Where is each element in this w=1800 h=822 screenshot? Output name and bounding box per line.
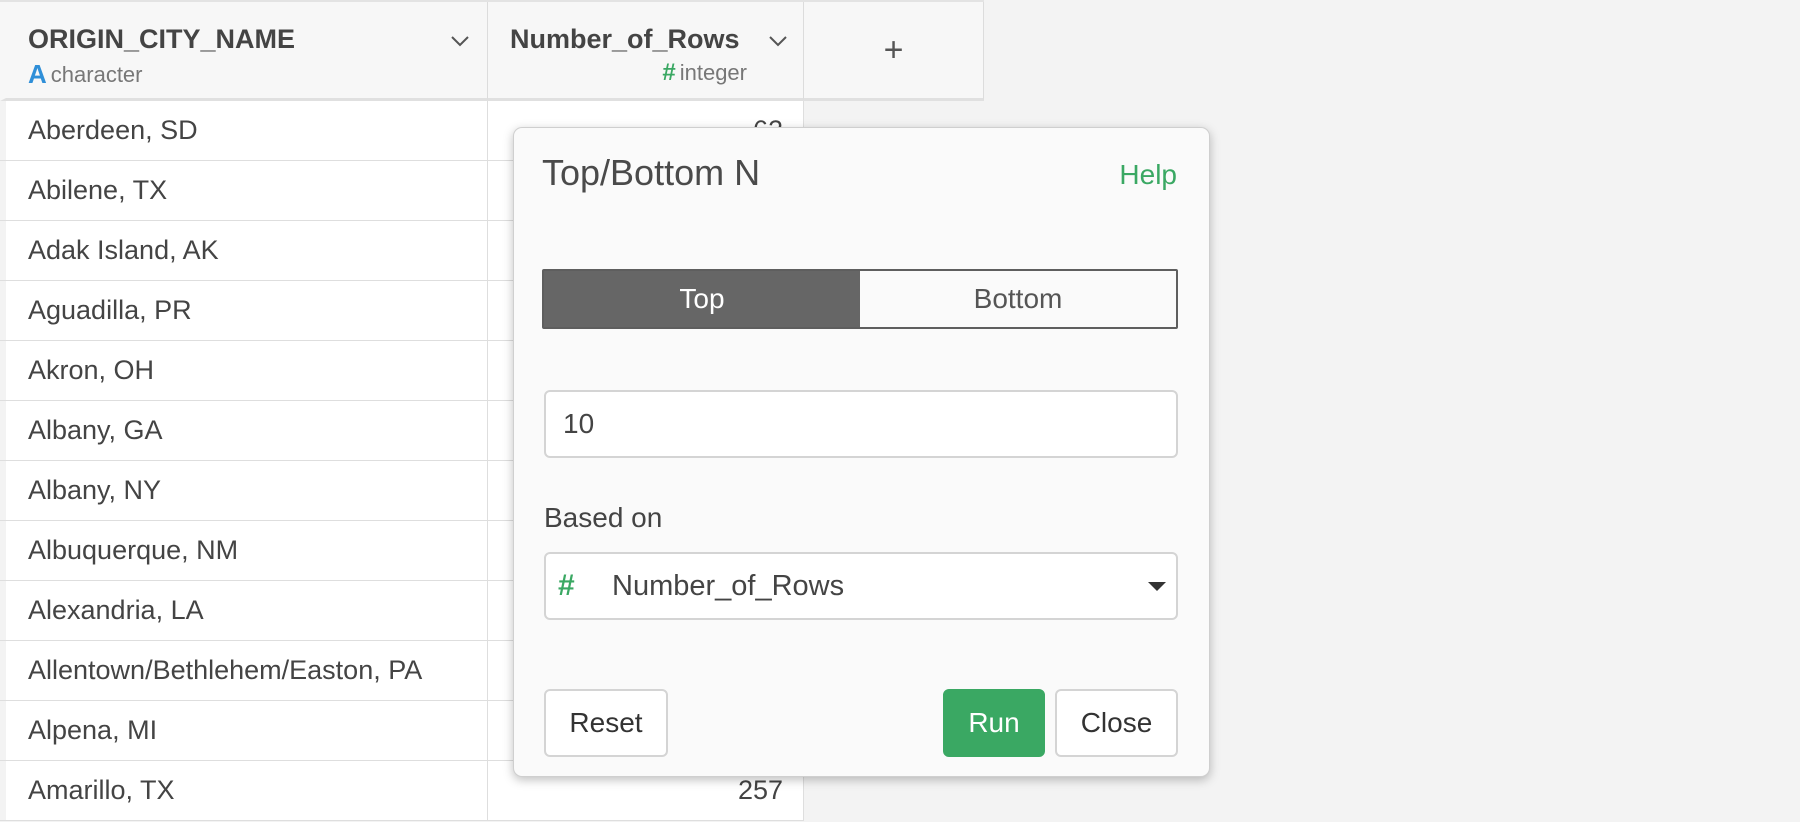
cell-origin-city-name[interactable]: Albany, GA <box>0 401 488 460</box>
help-link[interactable]: Help <box>1119 159 1177 191</box>
based-on-select[interactable]: # Number_of_Rows <box>544 552 1178 620</box>
column-type: A character <box>28 59 143 90</box>
integer-type-icon: # <box>558 569 575 602</box>
character-type-icon: A <box>28 59 47 89</box>
cell-origin-city-name[interactable]: Alpena, MI <box>0 701 488 760</box>
bottom-option-button[interactable]: Bottom <box>860 271 1176 327</box>
cell-origin-city-name[interactable]: Aguadilla, PR <box>0 281 488 340</box>
chevron-down-icon[interactable] <box>767 30 789 52</box>
integer-type-icon: # <box>662 59 676 86</box>
cell-origin-city-name[interactable]: Albuquerque, NM <box>0 521 488 580</box>
caret-down-icon <box>1148 582 1166 591</box>
close-button[interactable]: Close <box>1055 689 1178 757</box>
column-name: ORIGIN_CITY_NAME <box>28 24 296 54</box>
cell-origin-city-name[interactable]: Abilene, TX <box>0 161 488 220</box>
cell-origin-city-name[interactable]: Aberdeen, SD <box>0 101 488 160</box>
chevron-down-icon[interactable] <box>449 30 471 52</box>
cell-origin-city-name[interactable]: Amarillo, TX <box>0 761 488 820</box>
dialog-title: Top/Bottom N <box>542 152 761 193</box>
column-header-row: ORIGIN_CITY_NAME A character Number_of_R… <box>0 0 984 103</box>
column-type-label: integer <box>679 60 747 85</box>
column-name: Number_of_Rows <box>510 24 740 54</box>
data-grid: ORIGIN_CITY_NAME A character Number_of_R… <box>0 0 1800 822</box>
column-type: # integer <box>662 59 747 87</box>
n-value-input[interactable] <box>544 390 1178 458</box>
cell-origin-city-name[interactable]: Akron, OH <box>0 341 488 400</box>
plus-icon: + <box>883 30 904 69</box>
cell-origin-city-name[interactable]: Adak Island, AK <box>0 221 488 280</box>
column-header-number-of-rows[interactable]: Number_of_Rows # integer <box>488 2 804 101</box>
add-column-button[interactable]: + <box>804 2 984 101</box>
cell-origin-city-name[interactable]: Albany, NY <box>0 461 488 520</box>
column-type-label: character <box>50 61 143 87</box>
column-header-origin-city-name[interactable]: ORIGIN_CITY_NAME A character <box>0 2 488 101</box>
top-bottom-n-dialog: Top/Bottom N Help Top Bottom Based on # … <box>513 127 1210 777</box>
cell-origin-city-name[interactable]: Alexandria, LA <box>0 581 488 640</box>
top-option-button[interactable]: Top <box>544 271 860 327</box>
reset-button[interactable]: Reset <box>544 689 668 757</box>
based-on-label: Based on <box>544 502 663 533</box>
run-button[interactable]: Run <box>943 689 1045 757</box>
cell-origin-city-name[interactable]: Allentown/Bethlehem/Easton, PA <box>0 641 488 700</box>
top-bottom-toggle: Top Bottom <box>542 269 1178 329</box>
based-on-value: Number_of_Rows <box>612 569 845 602</box>
